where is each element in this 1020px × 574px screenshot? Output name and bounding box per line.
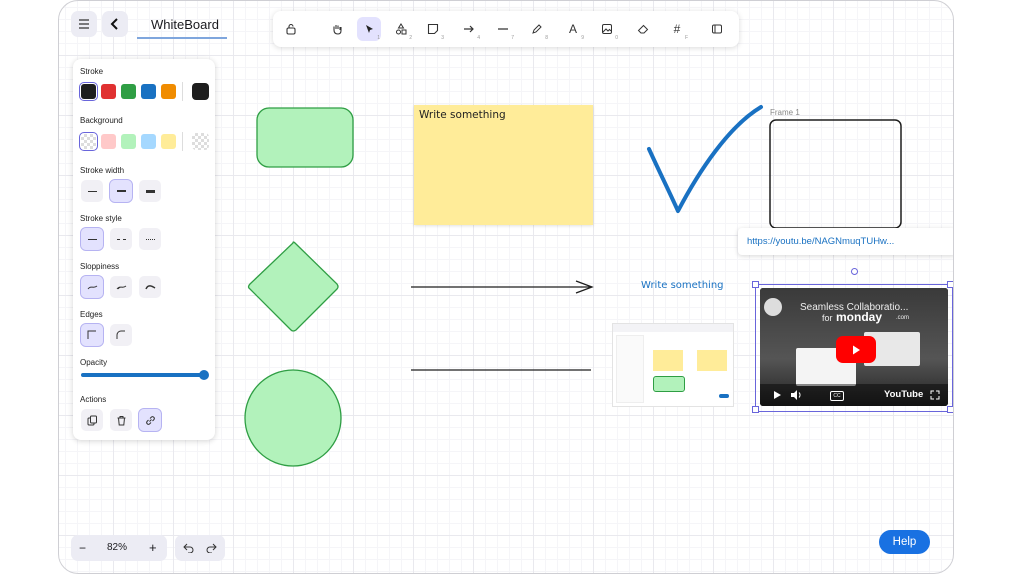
video-brand: monday — [836, 310, 883, 324]
captions-icon[interactable]: CC — [830, 391, 844, 401]
whiteboard-app: WhiteBoard 1 2 3 4 7 8 A9 0 # F Stroke B… — [58, 0, 954, 574]
screenshot-panel — [616, 335, 644, 403]
youtube-logo[interactable]: YouTube — [884, 389, 923, 400]
channel-avatar — [764, 298, 782, 316]
youtube-play-button[interactable] — [836, 336, 876, 363]
canvas-text[interactable]: Write something — [641, 280, 724, 291]
screenshot-sticky — [653, 350, 683, 371]
zoom-controls: − 82% + — [71, 535, 167, 561]
link-url[interactable]: https://youtu.be/NAGNmuqTUHw... — [747, 236, 894, 247]
fullscreen-icon[interactable] — [930, 390, 940, 400]
youtube-embed[interactable]: Seamless Collaboratio... for monday .com… — [760, 288, 948, 406]
resize-handle[interactable] — [752, 281, 759, 288]
redo-icon[interactable] — [206, 543, 217, 553]
frame-border[interactable] — [769, 119, 902, 229]
screenshot-shape — [653, 376, 685, 392]
sticky-note[interactable]: Write something — [414, 105, 593, 225]
help-label: Help — [892, 536, 917, 548]
video-brand-prefix: for — [822, 313, 833, 323]
rotate-handle[interactable] — [851, 268, 858, 275]
video-brand-suffix: .com — [896, 315, 910, 321]
zoom-level[interactable]: 82% — [107, 542, 127, 553]
play-icon[interactable] — [772, 390, 782, 400]
volume-icon[interactable] — [790, 389, 802, 401]
resize-handle[interactable] — [947, 281, 953, 288]
embedded-screenshot[interactable] — [612, 323, 734, 407]
resize-handle[interactable] — [947, 406, 953, 413]
ellipse-shape[interactable] — [244, 369, 342, 467]
undo-icon[interactable] — [183, 543, 194, 553]
zoom-in-button[interactable]: + — [149, 540, 157, 555]
zoom-out-button[interactable]: − — [79, 541, 86, 555]
help-button[interactable]: Help — [879, 530, 930, 554]
link-popover[interactable]: https://youtu.be/NAGNmuqTUHw... — [738, 228, 953, 255]
diamond-shape[interactable] — [247, 241, 339, 332]
sticky-note-text: Write something — [419, 109, 506, 121]
checkmark-drawing[interactable] — [647, 105, 763, 213]
history-controls — [175, 535, 225, 561]
rectangle-shape[interactable] — [256, 107, 354, 168]
frame-label[interactable]: Frame 1 — [770, 108, 800, 117]
screenshot-sticky — [697, 350, 727, 371]
embed-selection[interactable]: Seamless Collaboratio... for monday .com… — [755, 284, 953, 412]
screenshot-button — [719, 394, 729, 398]
screenshot-header — [613, 324, 733, 332]
resize-handle[interactable] — [752, 406, 759, 413]
